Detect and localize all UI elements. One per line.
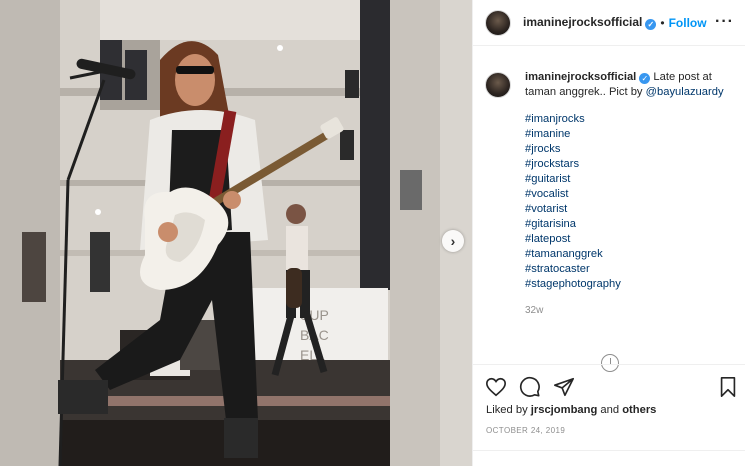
hashtag-link[interactable]: #stagephotography <box>525 277 735 292</box>
paper-plane-icon[interactable] <box>553 376 575 398</box>
heart-icon[interactable] <box>485 376 507 398</box>
post-age: 32w <box>525 305 544 316</box>
instagram-post-view: SUP BAC ELL <box>0 0 745 466</box>
hashtag-link[interactable]: #tamananggrek <box>525 247 735 262</box>
comment-bar <box>473 450 745 466</box>
separator-dot: • <box>660 15 665 30</box>
hashtag-link[interactable]: #gitarisina <box>525 217 735 232</box>
caption-username[interactable]: imaninejrocksofficial <box>525 71 636 83</box>
follow-button[interactable]: Follow <box>669 16 707 30</box>
mention-link[interactable]: @bayulazuardy <box>646 86 724 98</box>
post-photo[interactable]: SUP BAC ELL <box>0 0 472 466</box>
comment-bubble-icon[interactable] <box>519 376 541 398</box>
caption-block: imaninejrocksofficial ✓ Late post at tama… <box>485 70 735 318</box>
post-header: imaninejrocksofficial ✓ • Follow ··· <box>473 0 745 46</box>
action-bar <box>473 364 745 408</box>
hashtag-link[interactable]: #guitarist <box>525 172 735 187</box>
bookmark-icon[interactable] <box>717 376 739 398</box>
caption-body: imaninejrocksofficial ✓ Late post at tama… <box>525 70 735 318</box>
avatar[interactable] <box>485 9 511 36</box>
hashtag-list: #imanjrocks #imanine #jrocks #jrockstars #gu… <box>525 112 735 292</box>
hashtag-link[interactable]: #jrocks <box>525 142 735 157</box>
username-link[interactable]: imaninejrocksofficial ✓ <box>523 15 657 30</box>
hashtag-link[interactable]: #stratocaster <box>525 262 735 277</box>
hashtag-link[interactable]: #vocalist <box>525 187 735 202</box>
hashtag-link[interactable]: #jrockstars <box>525 157 735 172</box>
caption-avatar[interactable] <box>485 72 511 98</box>
post-date: OCTOBER 24, 2019 <box>486 426 566 435</box>
chevron-right-icon: › <box>450 233 456 249</box>
username-text: imaninejrocksofficial <box>523 15 643 29</box>
liked-user-link[interactable]: jrscjombang <box>531 404 598 416</box>
post-side-panel: imaninejrocksofficial ✓ • Follow ··· iman… <box>472 0 745 466</box>
verified-badge-icon: ✓ <box>639 73 651 84</box>
liked-prefix: Liked by <box>486 404 528 416</box>
hashtag-link[interactable]: #votarist <box>525 202 735 217</box>
hashtag-link[interactable]: #imanine <box>525 127 735 142</box>
ellipsis-icon[interactable]: ··· <box>715 13 734 31</box>
verified-badge-icon: ✓ <box>645 19 657 30</box>
liked-and: and <box>600 404 620 416</box>
concert-photo-illustration: SUP BAC ELL <box>0 0 472 466</box>
hashtag-link[interactable]: #imanjrocks <box>525 112 735 127</box>
likes-summary: Liked by jrscjombang and others <box>486 404 656 416</box>
liked-others-link[interactable]: others <box>622 404 656 416</box>
hashtag-link[interactable]: #latepost <box>525 232 735 247</box>
next-photo-button[interactable]: › <box>442 230 464 252</box>
